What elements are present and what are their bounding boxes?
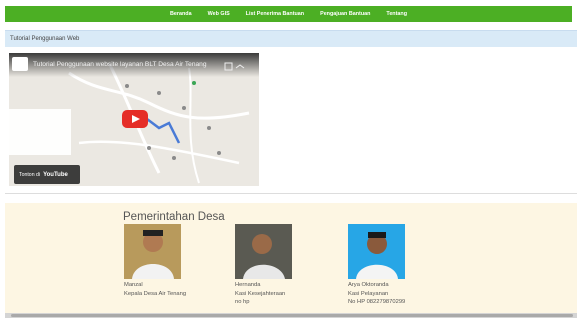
member-card: Arya Oktoranda Kasi Pelayanan No HP 0822… (348, 224, 438, 307)
member-position: Kasi Kesejahteraan (235, 290, 286, 297)
member-photo (124, 224, 181, 279)
nav-item-beranda[interactable]: Beranda (162, 11, 200, 17)
section-title: Tutorial Penggunaan Web (10, 36, 80, 42)
member-card: Manzal Kepala Desa Air Tenang (124, 224, 214, 298)
play-button[interactable] (122, 110, 148, 128)
video-embed[interactable]: Tutorial Penggunaan website layanan BLT … (9, 53, 259, 186)
member-position: Kasi Pelayanan (348, 290, 389, 297)
member-position: Kepala Desa Air Tenang (124, 290, 187, 297)
government-section: Pemerintahan Desa Manzal Kepala Desa Air… (5, 203, 577, 313)
nav-item-tentang[interactable]: Tentang (378, 11, 415, 17)
member-phone: No HP 082279870299 (348, 299, 406, 305)
member-photo (348, 224, 405, 279)
tutorial-section-header: Tutorial Penggunaan Web (5, 30, 577, 47)
nav-item-web-gis[interactable]: Web GIS (200, 11, 238, 17)
member-phone: no hp (235, 299, 250, 305)
channel-avatar-icon (12, 57, 28, 71)
member-photo (235, 224, 292, 279)
video-title[interactable]: Tutorial Penggunaan website layanan BLT … (33, 61, 207, 68)
watch-on-youtube-button[interactable]: Tonton di YouTube (14, 165, 80, 184)
watch-on-label: Tonton di (19, 171, 41, 178)
member-name: Arya Oktoranda (348, 282, 389, 288)
youtube-logo-icon: YouTube (43, 171, 68, 178)
nav-item-list-penerima[interactable]: List Penerima Bantuan (238, 11, 312, 17)
share-icon[interactable] (223, 58, 245, 71)
section-divider (5, 193, 577, 194)
government-title: Pemerintahan Desa (123, 211, 225, 223)
scrollbar-thumb[interactable] (11, 314, 573, 317)
member-name: Hernanda (235, 282, 261, 288)
member-card: Hernanda Kasi Kesejahteraan no hp (235, 224, 325, 307)
nav-item-pengajuan[interactable]: Pengajuan Bantuan (312, 11, 378, 17)
member-name: Manzal (124, 282, 143, 288)
map-sidebar-panel (9, 109, 71, 155)
top-navbar: Beranda Web GIS List Penerima Bantuan Pe… (5, 6, 572, 22)
horizontal-scrollbar[interactable] (5, 313, 577, 318)
